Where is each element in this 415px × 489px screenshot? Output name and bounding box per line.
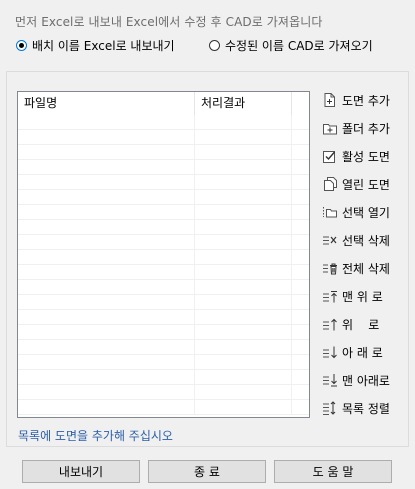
list-item: [18, 340, 309, 355]
list-item: [18, 355, 309, 370]
list-item: [18, 385, 309, 400]
list-item: [18, 250, 309, 265]
list-rows: [18, 115, 309, 417]
list-item: [18, 205, 309, 220]
active-drawing-button[interactable]: 활성 도면: [321, 146, 390, 166]
add-drawing-button[interactable]: 도면 추가: [321, 90, 390, 110]
open-drawings-icon: [321, 176, 339, 192]
delete-selected-icon: [321, 232, 339, 248]
list-item: [18, 130, 309, 145]
help-button[interactable]: 도 움 말: [274, 460, 392, 483]
hint-text: 목록에 도면을 추가해 주십시오: [18, 429, 173, 443]
add-folder-label: 폴더 추가: [342, 121, 390, 136]
move-bottom-label: 맨 아래로: [342, 373, 390, 388]
sort-list-icon: [321, 400, 339, 416]
list-item: [18, 190, 309, 205]
list-item: [18, 325, 309, 340]
radio-export[interactable]: 배치 이름 Excel로 내보내기: [16, 37, 175, 54]
description-text: 먼저 Excel로 내보내 Excel에서 수정 후 CAD로 가져옵니다: [15, 15, 323, 29]
list-item: [18, 160, 309, 175]
radio-export-indicator[interactable]: [16, 40, 27, 51]
list-item: [18, 115, 309, 130]
open-selected-label: 선택 열기: [342, 205, 390, 220]
move-bottom-button[interactable]: 맨 아래로: [321, 370, 390, 390]
list-item: [18, 220, 309, 235]
add-drawing-label: 도면 추가: [342, 93, 390, 108]
move-top-label: 맨 위 로: [342, 289, 383, 304]
active-drawing-icon: [321, 148, 339, 164]
move-down-button[interactable]: 아 래 로: [321, 342, 383, 362]
add-folder-icon: [321, 120, 339, 136]
file-list[interactable]: 파일명 처리결과: [17, 91, 310, 418]
list-item: [18, 175, 309, 190]
export-button[interactable]: 내보내기: [22, 460, 140, 483]
list-item: [18, 370, 309, 385]
open-selected-icon: [321, 204, 339, 220]
open-drawings-button[interactable]: 열린 도면: [321, 174, 390, 194]
move-up-button[interactable]: 위 로: [321, 314, 379, 334]
move-up-icon: [321, 316, 339, 332]
radio-import-label: 수정된 이름 CAD로 가져오기: [225, 39, 373, 53]
add-folder-button[interactable]: 폴더 추가: [321, 118, 390, 138]
delete-all-icon: [321, 260, 339, 276]
list-header: 파일명 처리결과: [18, 92, 309, 115]
sort-list-label: 목록 정렬: [342, 401, 390, 416]
radio-import-indicator[interactable]: [209, 40, 220, 51]
move-down-label: 아 래 로: [342, 345, 383, 360]
delete-all-button[interactable]: 전체 삭제: [321, 258, 390, 278]
list-item: [18, 295, 309, 310]
list-item: [18, 400, 309, 415]
radio-import[interactable]: 수정된 이름 CAD로 가져오기: [209, 37, 373, 54]
delete-selected-label: 선택 삭제: [342, 233, 390, 248]
delete-selected-button[interactable]: 선택 삭제: [321, 230, 390, 250]
open-drawings-label: 열린 도면: [342, 177, 390, 192]
move-bottom-icon: [321, 372, 339, 388]
list-item: [18, 145, 309, 160]
list-item: [18, 265, 309, 280]
column-header-result[interactable]: 처리결과: [195, 92, 292, 115]
close-button[interactable]: 종 료: [148, 460, 266, 483]
add-drawing-icon: [321, 92, 339, 108]
open-selected-button[interactable]: 선택 열기: [321, 202, 390, 222]
column-header-filename[interactable]: 파일명: [18, 92, 195, 115]
sort-list-button[interactable]: 목록 정렬: [321, 398, 390, 418]
list-item: [18, 235, 309, 250]
move-up-label: 위 로: [342, 317, 380, 332]
list-item: [18, 280, 309, 295]
active-drawing-label: 활성 도면: [342, 149, 390, 164]
list-item: [18, 310, 309, 325]
move-top-icon: [321, 288, 339, 304]
move-top-button[interactable]: 맨 위 로: [321, 286, 383, 306]
radio-export-label: 배치 이름 Excel로 내보내기: [32, 39, 175, 53]
delete-all-label: 전체 삭제: [342, 261, 390, 276]
move-down-icon: [321, 344, 339, 360]
